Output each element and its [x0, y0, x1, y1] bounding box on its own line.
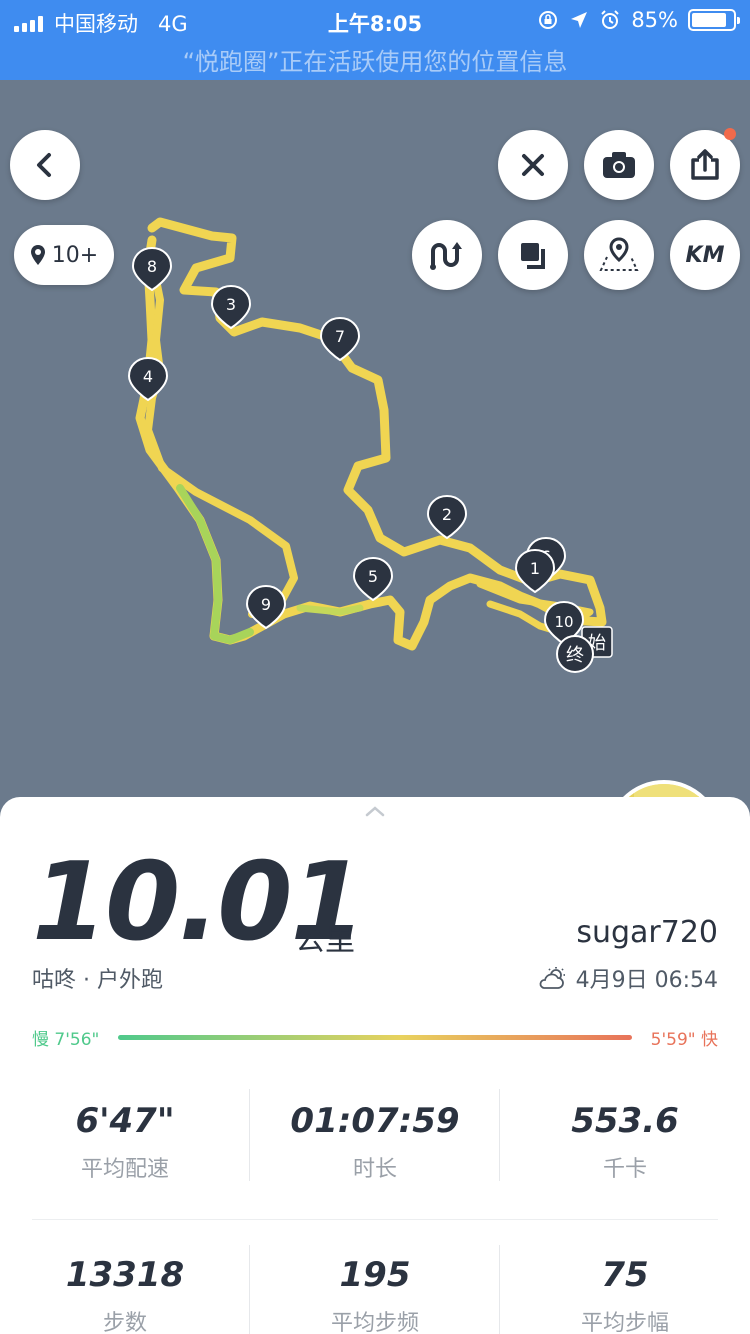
stat-duration: 01:07:59 时长: [290, 1101, 460, 1182]
svg-text:2: 2: [442, 505, 452, 524]
route-marker-5[interactable]: 5: [353, 557, 393, 601]
stat-calories: 553.6 千卡: [571, 1101, 679, 1182]
svg-text:终: 终: [566, 645, 584, 666]
svg-text:3: 3: [226, 295, 236, 314]
svg-text:9: 9: [261, 595, 271, 614]
layers-icon: [521, 243, 545, 269]
location-count: 10+: [51, 242, 99, 268]
partly-cloudy-icon: [539, 967, 565, 989]
stat-avg-stride: 75 平均步幅: [580, 1255, 669, 1334]
layers-button[interactable]: [498, 220, 568, 290]
distance-unit: 公里: [295, 923, 355, 958]
pace-bar: [118, 1035, 632, 1040]
pace-gradient-bar: 慢 7'56" 5'59" 快: [32, 1023, 718, 1053]
svg-text:5: 5: [368, 567, 378, 586]
map-pin-icon: [30, 245, 45, 265]
pace-slow-label: 慢 7'56": [32, 1030, 100, 1050]
camera-icon: [603, 152, 635, 178]
battery-icon: [688, 9, 740, 31]
svg-text:8: 8: [147, 257, 157, 276]
back-button[interactable]: [10, 130, 80, 200]
close-button[interactable]: [498, 130, 568, 200]
svg-text:1: 1: [530, 559, 540, 578]
status-bar: 中国移动 4G 上午8:05 85% “悦跑圈”正在活跃使用您的位置信息: [0, 0, 750, 80]
map-region-button[interactable]: [584, 220, 654, 290]
share-icon: [691, 149, 719, 180]
run-summary-sheet[interactable]: 10.01 公里 咕咚 · 户外跑 sugar720 4月9日 06:54 慢 …: [0, 797, 750, 1334]
camera-button[interactable]: [584, 130, 654, 200]
orientation-lock-icon: [539, 11, 558, 29]
stat-avg-pace: 6'47" 平均配速: [75, 1101, 175, 1182]
pace-fast-label: 5'59" 快: [650, 1030, 718, 1050]
route-marker-4[interactable]: 4: [128, 357, 168, 401]
end-marker[interactable]: 终: [556, 635, 594, 673]
close-icon: [522, 154, 544, 176]
svg-text:4: 4: [143, 367, 153, 386]
route-marker-8[interactable]: 8: [132, 247, 172, 291]
notification-dot: [724, 128, 736, 140]
run-datetime: 4月9日 06:54: [538, 962, 718, 994]
unit-toggle-button[interactable]: KM: [670, 220, 740, 290]
location-count-button[interactable]: 10+: [14, 225, 114, 285]
location-in-use-banner[interactable]: “悦跑圈”正在活跃使用您的位置信息: [0, 42, 750, 77]
svg-text:10: 10: [554, 613, 573, 631]
route-marker-2[interactable]: 2: [427, 495, 467, 539]
location-arrow-icon: [571, 12, 588, 28]
chevron-left-icon: [37, 153, 51, 177]
chevron-up-icon[interactable]: [365, 805, 385, 817]
battery-percent: 85%: [631, 8, 678, 32]
route-replay-button[interactable]: [412, 220, 482, 290]
run-source: 咕咚 · 户外跑: [32, 968, 163, 993]
route-icon: [430, 242, 462, 270]
route-marker-7[interactable]: 7: [320, 317, 360, 361]
stat-avg-cadence: 195 平均步频: [330, 1255, 419, 1334]
alarm-icon: [601, 10, 620, 29]
svg-text:7: 7: [335, 327, 345, 346]
stat-steps: 13318 步数: [65, 1255, 185, 1334]
route-marker-1[interactable]: 1: [515, 549, 555, 593]
map-location-icon: [599, 237, 639, 271]
share-button[interactable]: [670, 130, 740, 200]
username[interactable]: sugar720: [576, 915, 718, 950]
